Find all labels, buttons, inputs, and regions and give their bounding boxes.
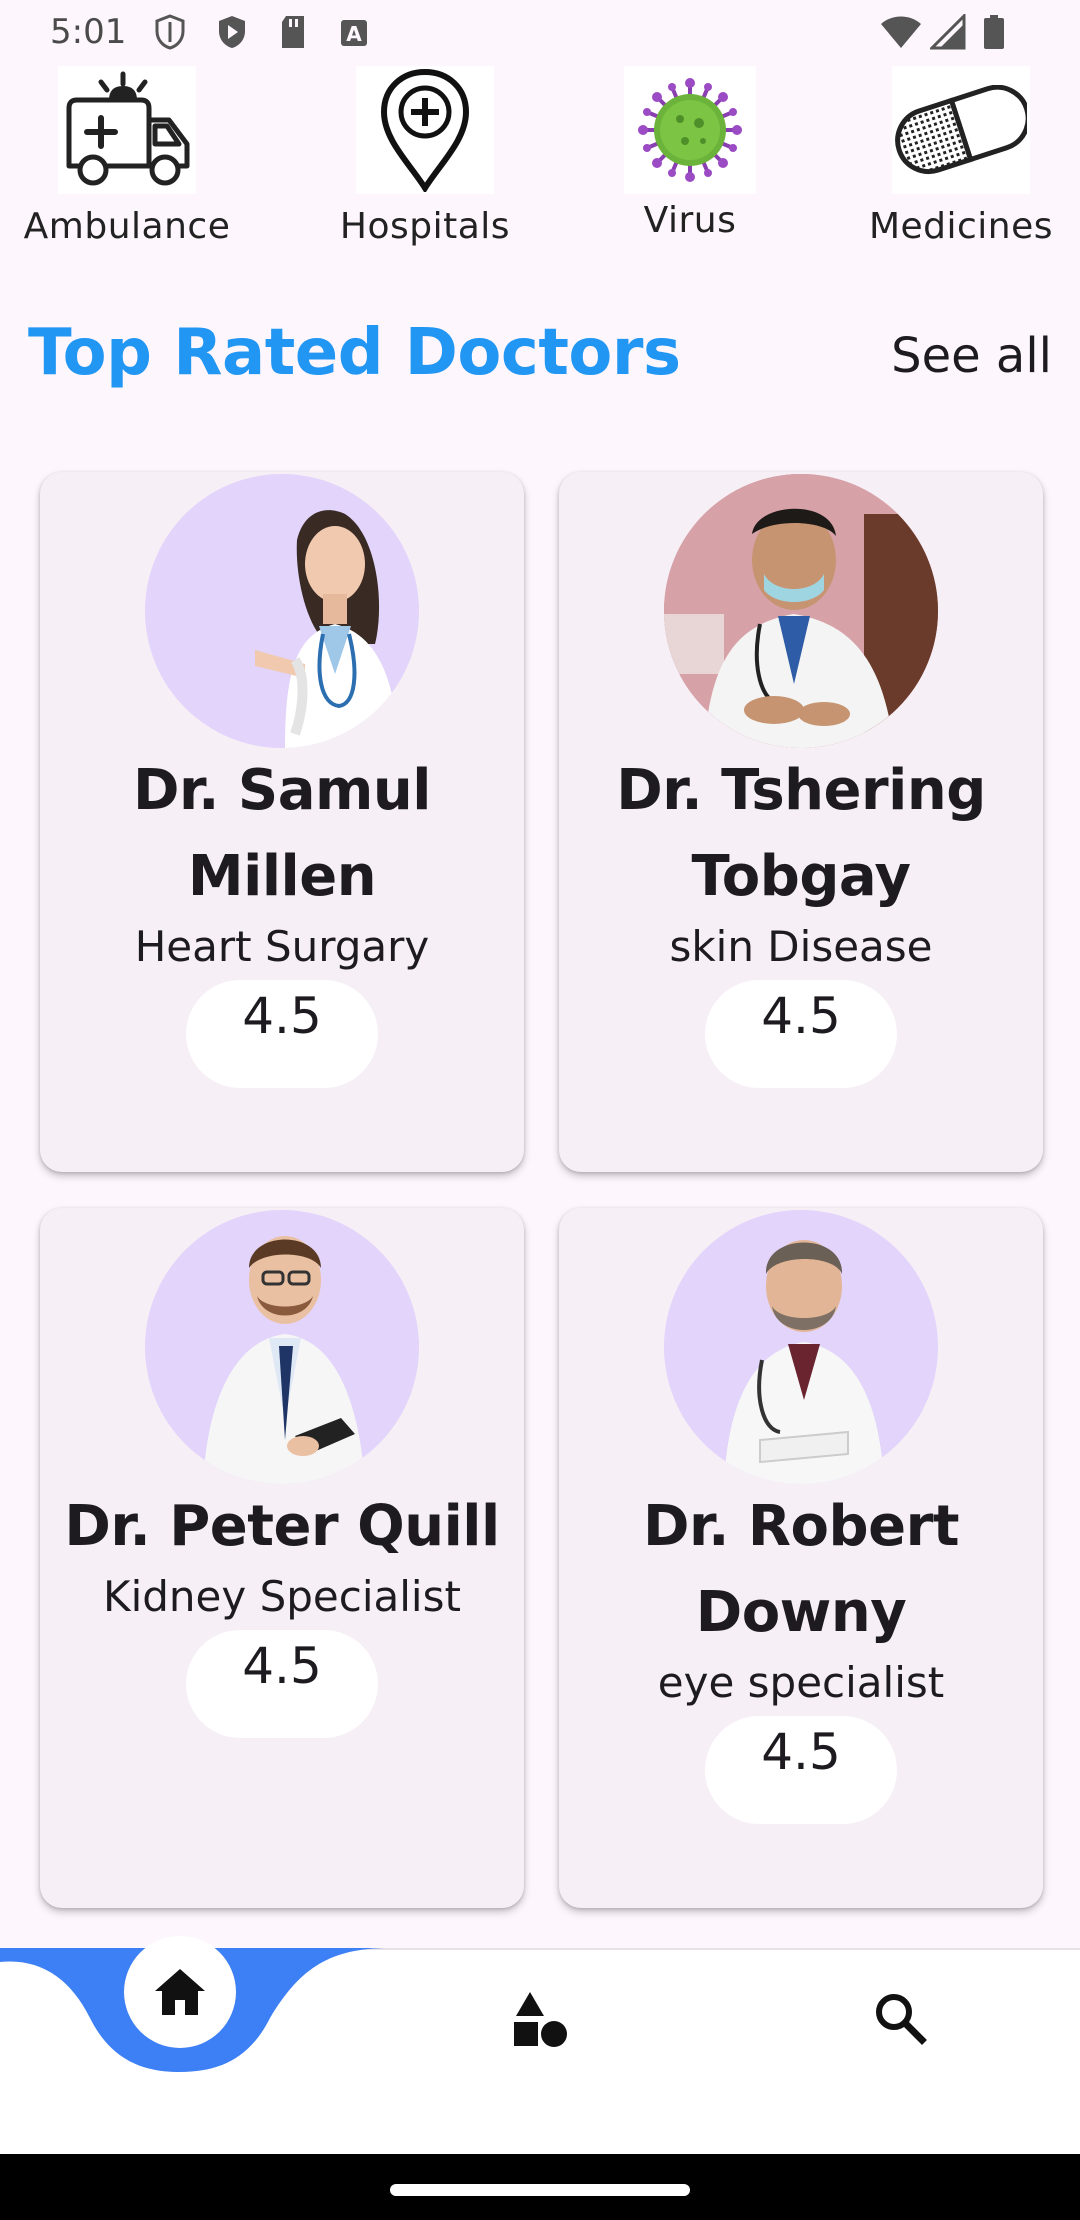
doctor-rating: 4.5 [705,1716,897,1824]
shield-play-icon [219,16,245,48]
category-ambulance[interactable]: Ambulance [24,66,230,247]
hospital-pin-icon [356,66,494,194]
font-a-icon: A [341,20,367,46]
doctor-avatar [664,474,938,748]
category-shapes-icon[interactable] [510,1990,570,2048]
doctor-specialty: skin Disease [669,922,933,971]
doctor-avatar [145,1210,419,1484]
doctor-card[interactable]: Dr. Tshering Tobgay skin Disease 4.5 [559,472,1043,1172]
category-medicines[interactable]: Medicines [869,66,1053,247]
doctor-name: Dr. Tshering Tobgay [616,758,986,909]
doctor-rating: 4.5 [186,1630,378,1738]
pill-icon [892,66,1030,194]
home-tab[interactable] [124,1936,236,2048]
doctor-card[interactable]: Dr. Peter Quill Kidney Specialist 4.5 [40,1208,524,1908]
doctor-rating: 4.5 [186,980,378,1088]
category-label: Ambulance [23,206,231,247]
bottom-navigation-bar [0,1936,1080,2154]
doctor-card[interactable]: Dr. Samul Millen Heart Surgary 4.5 [40,472,524,1172]
status-time: 5:01 [50,12,127,52]
doctor-avatar [145,474,419,748]
system-gesture-bar [0,2154,1080,2220]
see-all-button[interactable]: See all [891,328,1052,384]
home-gesture-handle[interactable] [390,2184,690,2196]
sd-card-icon [282,16,304,48]
cell-signal-icon [930,14,966,50]
status-bar: 5:01 A [0,0,1080,66]
shield-outline-icon [155,14,185,50]
category-row: Ambulance Hospitals Virus Medicines [0,66,1080,256]
doctor-avatar [664,1210,938,1484]
ambulance-icon [58,66,196,194]
doctor-name: Dr. Samul Millen [133,758,431,909]
doctor-specialty: Kidney Specialist [103,1572,461,1621]
doctor-specialty: eye specialist [657,1658,945,1707]
category-virus[interactable]: Virus [624,66,756,241]
doctor-rating: 4.5 [705,980,897,1088]
category-label: Hospitals [339,206,511,247]
virus-icon [624,66,756,194]
search-icon[interactable] [872,1990,928,2046]
wifi-icon [881,16,921,48]
svg-text:A: A [346,22,362,46]
doctor-specialty: Heart Surgary [134,922,430,971]
home-icon [155,1969,205,2015]
doctor-card[interactable]: Dr. Robert Downy eye specialist 4.5 [559,1208,1043,1908]
doctor-name: Dr. Robert Downy [643,1494,959,1645]
category-hospitals[interactable]: Hospitals [340,66,510,247]
section-title: Top Rated Doctors [28,316,681,390]
category-label: Virus [643,200,737,241]
category-label: Medicines [868,206,1054,247]
battery-icon [984,15,1004,49]
doctor-name: Dr. Peter Quill [64,1494,500,1559]
